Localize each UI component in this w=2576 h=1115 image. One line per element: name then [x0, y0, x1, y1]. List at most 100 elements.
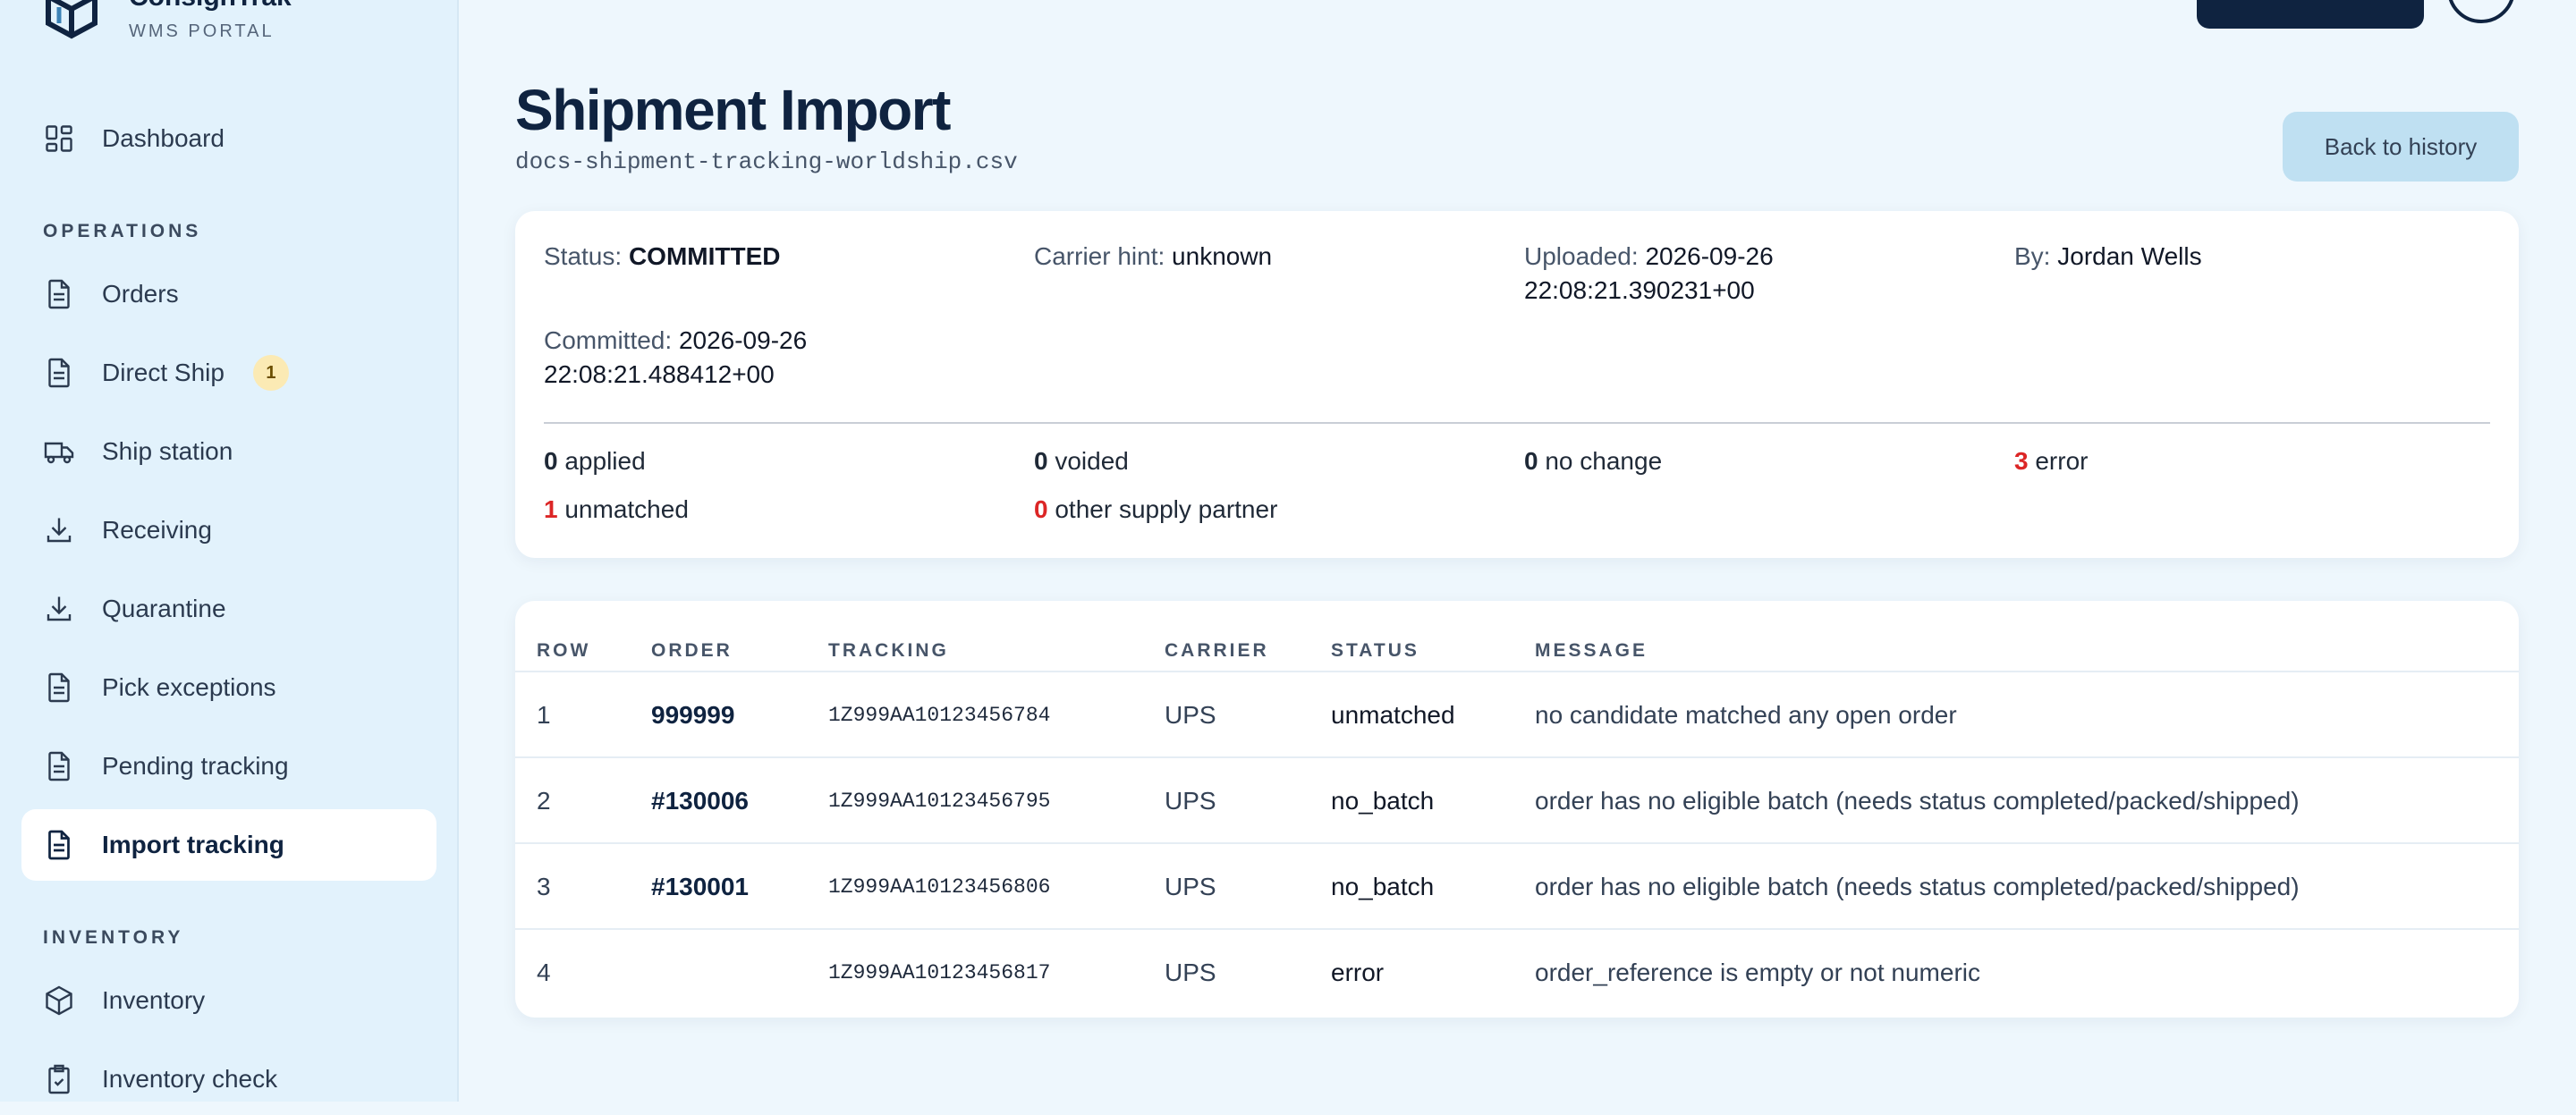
table-row[interactable]: 1 999999 1Z999AA10123456784 UPS unmatche…: [515, 671, 2519, 758]
sidebar-item-inventory-check[interactable]: Inventory check: [21, 1043, 436, 1115]
committed-field: Committed: 2026-09-26 22:08:21.488412+00: [544, 324, 807, 392]
sidebar-item-label: Direct Ship: [102, 359, 225, 386]
row-message: order has no eligible batch (needs statu…: [1535, 787, 2300, 815]
section-label-inventory: INVENTORY: [43, 927, 184, 948]
committed-label: Committed:: [544, 326, 673, 354]
tracking-number: 1Z999AA10123456806: [828, 875, 1051, 899]
table-row[interactable]: 4 1Z999AA10123456817 UPS error order_ref…: [515, 928, 2519, 1016]
order-number: #130006: [651, 787, 750, 815]
count-label: no change: [1545, 447, 1663, 475]
order-number: #130001: [651, 873, 750, 900]
status-label: Status:: [544, 242, 623, 270]
count-number: 0: [544, 447, 558, 475]
count-label: other supply partner: [1055, 495, 1278, 523]
sidebar-item-inventory[interactable]: Inventory: [21, 965, 436, 1036]
row-status: no_batch: [1331, 873, 1435, 900]
avatar[interactable]: [2447, 0, 2515, 23]
sidebar-item-label: Pending tracking: [102, 752, 289, 780]
count-voided: 0 voided: [1034, 447, 1129, 476]
document-icon: [41, 827, 77, 863]
count-label: applied: [564, 447, 646, 475]
column-header-status: STATUS: [1331, 640, 1419, 661]
sidebar-item-label: Ship station: [102, 437, 233, 465]
row-status: unmatched: [1331, 701, 1455, 729]
column-header-tracking: TRACKING: [828, 640, 949, 661]
carrier: UPS: [1165, 787, 1216, 815]
count-badge: 1: [252, 355, 289, 391]
tracking-number: 1Z999AA10123456795: [828, 790, 1051, 813]
download-icon: [41, 591, 77, 627]
document-icon: [41, 748, 77, 784]
sidebar-item-orders[interactable]: Orders: [21, 258, 436, 330]
sidebar-item-label: Inventory check: [102, 1065, 278, 1093]
clipboard-check-icon: [41, 1061, 77, 1097]
sidebar-item-label: Pick exceptions: [102, 673, 276, 701]
row-message: no candidate matched any open order: [1535, 701, 1957, 729]
column-header-carrier: CARRIER: [1165, 640, 1269, 661]
uploaded-by-label: By:: [2014, 242, 2051, 270]
grid-icon: [41, 121, 77, 156]
brand-subtitle: WMS PORTAL: [129, 21, 275, 41]
count-number: 0: [1034, 447, 1048, 475]
count-unmatched: 1 unmatched: [544, 495, 689, 524]
divider: [544, 422, 2490, 424]
carrier: UPS: [1165, 701, 1216, 729]
row-number: 4: [537, 959, 551, 986]
sidebar-item-receiving[interactable]: Receiving: [21, 494, 436, 566]
sidebar-item-ship-station[interactable]: Ship station: [21, 416, 436, 487]
uploaded-field: Uploaded: 2026-09-26 22:08:21.390231+00: [1524, 240, 1774, 308]
brand-name: ConsignTrak: [129, 0, 292, 13]
count-number: 0: [1524, 447, 1538, 475]
sidebar-item-label: Dashboard: [102, 124, 225, 152]
row-message: order_reference is empty or not numeric: [1535, 959, 1980, 986]
sidebar-item-pending-tracking[interactable]: Pending tracking: [21, 731, 436, 802]
status-value: COMMITTED: [628, 242, 781, 270]
truck-icon: [41, 434, 77, 469]
document-icon: [41, 355, 77, 391]
row-status: error: [1331, 959, 1385, 986]
count-number: 3: [2014, 447, 2029, 475]
document-icon: [41, 276, 77, 312]
row-message: order has no eligible batch (needs statu…: [1535, 873, 2300, 900]
order-number: 999999: [651, 701, 735, 729]
section-label-operations: OPERATIONS: [43, 221, 202, 241]
uploaded-label: Uploaded:: [1524, 242, 1639, 270]
count-applied: 0 applied: [544, 447, 646, 476]
sidebar-item-label: Orders: [102, 280, 179, 308]
sidebar-item-label: Quarantine: [102, 595, 226, 622]
back-to-history-button[interactable]: Back to history: [2283, 112, 2519, 182]
status-field: Status: COMMITTED: [544, 240, 780, 274]
committed-date: 2026-09-26: [678, 326, 808, 354]
sidebar-item-dashboard[interactable]: Dashboard: [21, 103, 436, 174]
sidebar-item-quarantine[interactable]: Quarantine: [21, 573, 436, 645]
row-number: 3: [537, 873, 551, 900]
sidebar-item-pick-exceptions[interactable]: Pick exceptions: [21, 652, 436, 723]
table-row[interactable]: 2 #130006 1Z999AA10123456795 UPS no_batc…: [515, 756, 2519, 844]
box-icon: [41, 983, 77, 1018]
carrier: UPS: [1165, 873, 1216, 900]
sidebar-item-import-tracking[interactable]: Import tracking: [21, 809, 436, 881]
count-no-change: 0 no change: [1524, 447, 1662, 476]
table-row[interactable]: 3 #130001 1Z999AA10123456806 UPS no_batc…: [515, 842, 2519, 930]
count-label: unmatched: [564, 495, 689, 523]
count-number: 1: [544, 495, 558, 523]
uploaded-by-value: Jordan Wells: [2057, 242, 2202, 270]
primary-action-button[interactable]: [2197, 0, 2424, 29]
carrier: UPS: [1165, 959, 1216, 986]
carrier-hint-field: Carrier hint: unknown: [1034, 240, 1272, 274]
sidebar-item-label: Import tracking: [102, 831, 284, 858]
column-header-row: ROW: [537, 640, 591, 661]
uploaded-time: 22:08:21.390231+00: [1524, 276, 1755, 304]
document-icon: [41, 670, 77, 705]
column-header-order: ORDER: [651, 640, 733, 661]
count-label: voided: [1055, 447, 1129, 475]
sidebar: ConsignTrak WMS PORTAL Dashboard OPERATI…: [0, 0, 459, 1102]
sidebar-item-direct-ship[interactable]: Direct Ship 1: [21, 337, 436, 409]
import-results-table: ROW ORDER TRACKING CARRIER STATUS MESSAG…: [515, 601, 2519, 1018]
download-icon: [41, 512, 77, 548]
count-other-supply-partner: 0 other supply partner: [1034, 495, 1277, 524]
tracking-number: 1Z999AA10123456817: [828, 961, 1051, 984]
committed-time: 22:08:21.488412+00: [544, 360, 775, 388]
tracking-number: 1Z999AA10123456784: [828, 704, 1051, 727]
column-header-message: MESSAGE: [1535, 640, 1648, 661]
